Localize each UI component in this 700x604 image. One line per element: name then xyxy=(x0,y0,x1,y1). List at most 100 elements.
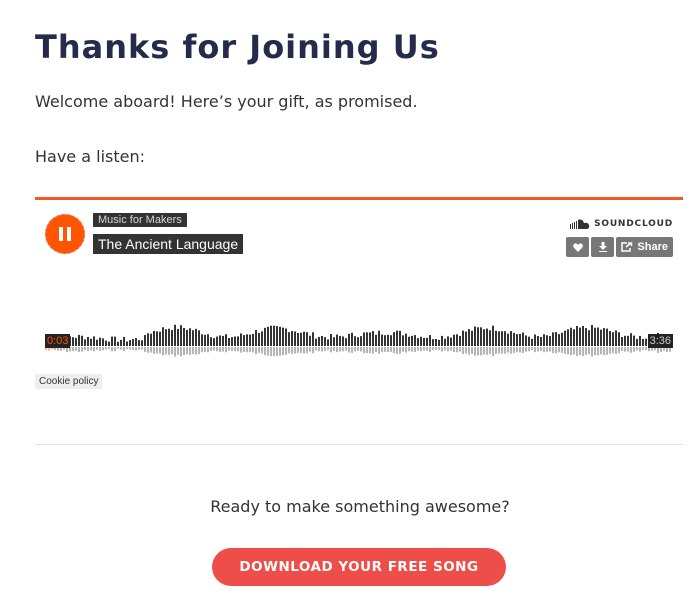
waveform-bar xyxy=(330,334,332,346)
waveform-reflection-bar xyxy=(453,347,455,353)
waveform-bar xyxy=(117,341,119,346)
waveform-bar xyxy=(174,324,176,346)
waveform-bar xyxy=(435,339,437,346)
waveform-bar xyxy=(243,335,245,346)
waveform-bar xyxy=(462,330,464,346)
waveform-reflection-bar xyxy=(432,347,434,351)
waveform-reflection-bar xyxy=(171,347,173,355)
waveform-reflection-bar xyxy=(588,347,590,355)
waveform-reflection-bar xyxy=(405,347,407,353)
waveform-bar xyxy=(591,324,593,346)
waveform-bar xyxy=(618,332,620,346)
pause-button[interactable] xyxy=(45,214,85,254)
waveform-reflection-bar xyxy=(600,347,602,355)
waveform-bar xyxy=(75,337,77,346)
waveform-bar xyxy=(372,331,374,346)
waveform[interactable] xyxy=(45,318,673,366)
download-free-song-button[interactable]: DOWNLOAD YOUR FREE SONG xyxy=(212,548,506,586)
soundcloud-player: Music for Makers The Ancient Language SO… xyxy=(35,197,683,389)
waveform-reflection-bar xyxy=(138,347,140,350)
waveform-bar xyxy=(123,336,125,346)
waveform-bar xyxy=(267,326,269,346)
waveform-reflection-bar xyxy=(267,347,269,356)
waveform-bar xyxy=(426,337,428,346)
like-button[interactable] xyxy=(566,237,590,257)
waveform-reflection-bar xyxy=(540,347,542,352)
waveform-reflection-bar xyxy=(621,347,623,352)
waveform-reflection-bar xyxy=(192,347,194,355)
waveform-bar xyxy=(438,339,440,346)
waveform-bar xyxy=(369,332,371,346)
waveform-reflection-bar xyxy=(255,347,257,355)
waveform-bar xyxy=(579,327,581,346)
waveform-reflection-bar xyxy=(429,347,431,352)
waveform-reflection-bar xyxy=(180,347,182,357)
waveform-bar xyxy=(273,325,275,346)
waveform-bar xyxy=(588,330,590,346)
waveform-bar xyxy=(153,330,155,346)
waveform-bar xyxy=(573,329,575,346)
waveform-reflection-bar xyxy=(489,347,491,355)
waveform-bar xyxy=(531,338,533,346)
waveform-reflection-bar xyxy=(378,347,380,354)
track-title[interactable]: The Ancient Language xyxy=(93,234,244,254)
waveform-bar xyxy=(606,328,608,346)
soundcloud-logo[interactable]: SOUNDCLOUD xyxy=(570,219,673,229)
waveform-bar xyxy=(321,335,323,346)
cookie-policy-link[interactable]: Cookie policy xyxy=(35,374,103,389)
waveform-bar xyxy=(378,330,380,346)
waveform-reflection-bar xyxy=(567,347,569,355)
waveform-bar xyxy=(429,335,431,346)
waveform-reflection-bar xyxy=(522,347,524,354)
waveform-reflection-bar xyxy=(159,347,161,354)
waveform-reflection-bar xyxy=(513,347,515,353)
waveform-reflection-bar xyxy=(501,347,503,354)
waveform-reflection-bar xyxy=(333,347,335,351)
waveform-reflection-bar xyxy=(72,347,74,351)
waveform-reflection-bar xyxy=(102,347,104,351)
track-artist[interactable]: Music for Makers xyxy=(93,213,187,227)
waveform-reflection-bar xyxy=(639,347,641,352)
waveform-bar xyxy=(72,337,74,346)
waveform-reflection-bar xyxy=(348,347,350,353)
waveform-bar xyxy=(147,333,149,346)
waveform-bar xyxy=(456,334,458,346)
download-button[interactable] xyxy=(591,237,615,257)
waveform-bar xyxy=(258,332,260,346)
waveform-bar xyxy=(84,339,86,346)
waveform-reflection-bar xyxy=(546,347,548,352)
waveform-bar xyxy=(192,330,194,346)
waveform-bar xyxy=(624,335,626,346)
waveform-bar xyxy=(219,335,221,346)
waveform-reflection-bar xyxy=(330,347,332,353)
waveform-reflection-bar xyxy=(168,347,170,355)
waveform-reflection-bar xyxy=(240,347,242,353)
waveform-reflection-bar xyxy=(462,347,464,354)
waveform-reflection-bar xyxy=(309,347,311,352)
waveform-reflection-bar xyxy=(417,347,419,351)
waveform-reflection-bar xyxy=(144,347,146,352)
waveform-reflection-bar xyxy=(114,347,116,352)
waveform-bar xyxy=(129,340,131,346)
waveform-reflection-bar xyxy=(297,347,299,353)
waveform-bar xyxy=(453,334,455,346)
waveform-reflection-bar xyxy=(306,347,308,354)
waveform-bar xyxy=(162,327,164,346)
share-button[interactable]: Share xyxy=(616,237,673,257)
waveform-bar xyxy=(195,328,197,346)
waveform-bar xyxy=(342,336,344,346)
waveform-bar xyxy=(543,334,545,346)
waveform-bar xyxy=(105,340,107,346)
waveform-bar xyxy=(384,335,386,346)
waveform-bar xyxy=(381,334,383,346)
waveform-reflection-bar xyxy=(492,347,494,357)
waveform-bar xyxy=(630,333,632,346)
waveform-reflection-bar xyxy=(594,347,596,356)
waveform-bar xyxy=(639,335,641,346)
waveform-bar xyxy=(90,338,92,346)
waveform-bar xyxy=(486,328,488,346)
waveform-reflection-bar xyxy=(636,347,638,351)
waveform-reflection-bar xyxy=(390,347,392,352)
waveform-reflection-bar xyxy=(465,347,467,354)
waveform-reflection-bar xyxy=(270,347,272,357)
